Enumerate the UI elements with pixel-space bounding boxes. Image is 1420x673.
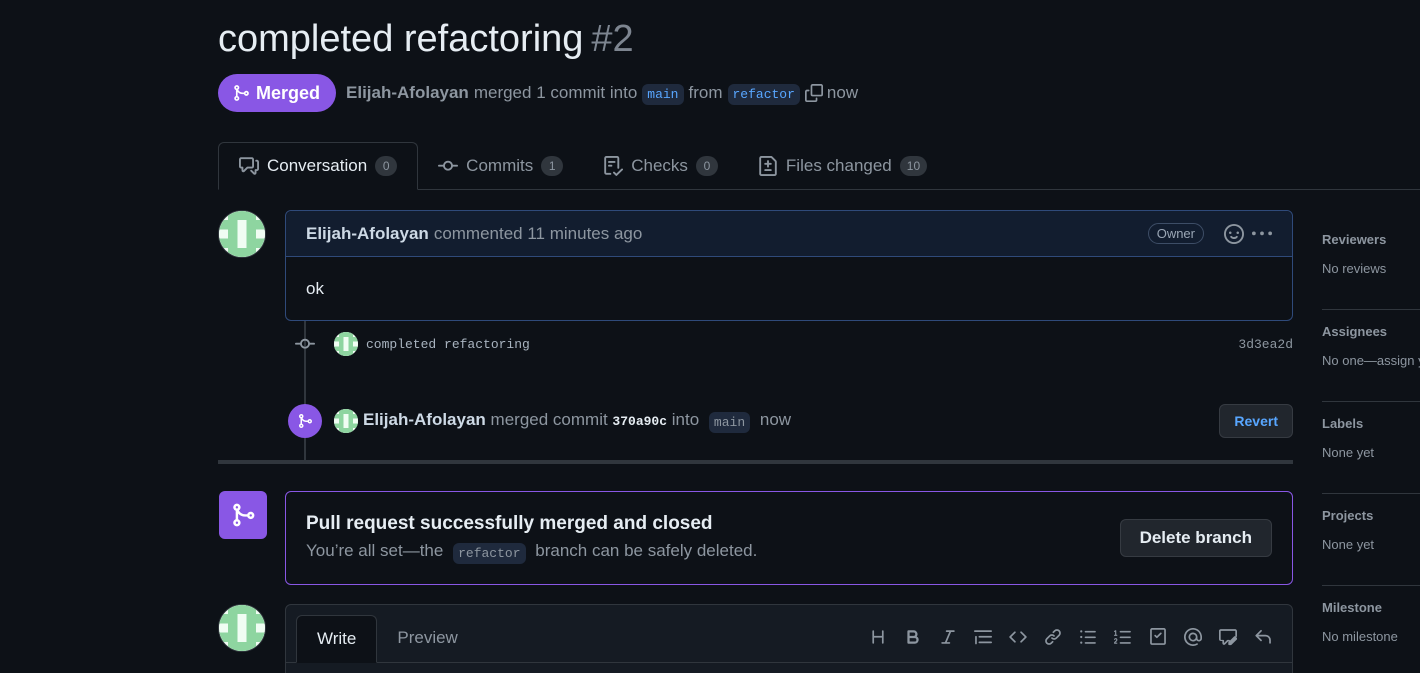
refactor-branch-link[interactable]: refactor (453, 543, 526, 564)
sidebar-labels-title[interactable]: Labels (1322, 416, 1420, 431)
sidebar-milestone-value: No milestone (1322, 629, 1398, 644)
comment-header: Elijah-Afolayan commented 11 minutes ago… (286, 211, 1292, 257)
merge-branch-link[interactable]: main (708, 412, 751, 433)
sidebar-assignees-value: No one—assign yourself (1322, 353, 1420, 368)
copy-icon[interactable] (804, 84, 823, 102)
file-diff-icon (758, 156, 778, 176)
from-text: from (688, 83, 723, 102)
ordered-list-icon[interactable] (1111, 625, 1134, 648)
sidebar-projects: Projects None yet (1322, 494, 1420, 586)
merged-state-badge: Merged (218, 74, 337, 112)
sidebar-assignees: Assignees No one—assign yourself (1322, 310, 1420, 402)
tab-checks-label: Checks (631, 156, 688, 175)
pr-time: now (826, 83, 859, 102)
pr-action-text: merged 1 commit into (473, 83, 638, 102)
reference-icon[interactable] (1216, 625, 1239, 648)
merge-into-text: into (671, 410, 700, 429)
tab-conversation[interactable]: Conversation 0 (218, 142, 419, 190)
comment-discussion-icon (239, 156, 259, 176)
merge-action-text: merged commit (490, 410, 608, 429)
tab-conversation-counter: 0 (375, 156, 398, 176)
git-merge-icon (288, 404, 322, 438)
revert-button[interactable]: Revert (1219, 404, 1293, 438)
comment-body: ok (306, 279, 324, 298)
pr-title-text: completed refactoring (218, 18, 584, 60)
pr-author-link[interactable]: Elijah-Afolayan (346, 83, 469, 103)
tab-files-changed[interactable]: Files changed 10 (738, 142, 947, 190)
merged-status-subtitle: You’re all set—the refactor branch can b… (306, 541, 1120, 564)
head-branch-link[interactable]: refactor (727, 83, 800, 105)
pr-tabs: Conversation 0 Commits 1 Checks 0 Files … (218, 142, 1420, 190)
tab-files-changed-label: Files changed (785, 156, 892, 175)
sidebar-assignees-title[interactable]: Assignees (1322, 324, 1420, 339)
timeline-break (218, 460, 1293, 464)
timeline-merge-event: Elijah-Afolayan merged commit 370a90c in… (288, 404, 1293, 438)
heading-icon[interactable] (866, 625, 889, 648)
tab-files-changed-counter: 10 (899, 156, 928, 176)
delete-branch-button[interactable]: Delete branch (1119, 519, 1272, 557)
merged-sub-before: You’re all set—the (306, 541, 444, 560)
commit-sha-link[interactable]: 3d3ea2d (1238, 337, 1293, 352)
reply-box: Write Preview (285, 604, 1293, 673)
state-label: Merged (256, 82, 321, 103)
pr-meta: Merged Elijah-Afolayan merged 1 commit i… (218, 74, 858, 112)
git-commit-icon (285, 334, 325, 354)
comment-timestamp[interactable]: commented 11 minutes ago (434, 224, 643, 244)
merge-sha-link[interactable]: 370a90c (612, 414, 667, 429)
tab-checks-counter: 0 (695, 156, 718, 176)
sidebar-labels: Labels None yet (1322, 402, 1420, 494)
tab-commits-counter: 1 (541, 156, 564, 176)
merged-status-title: Pull request successfully merged and clo… (306, 513, 713, 534)
tab-commits-label: Commits (466, 156, 534, 175)
quote-icon[interactable] (971, 625, 994, 648)
merge-author-link[interactable]: Elijah-Afolayan (363, 410, 486, 429)
sidebar-labels-value: None yet (1322, 445, 1375, 460)
undo-icon[interactable] (1251, 625, 1274, 648)
italic-icon[interactable] (936, 625, 959, 648)
link-icon[interactable] (1041, 625, 1064, 648)
git-merge-icon (219, 491, 267, 539)
tab-write[interactable]: Write (296, 615, 378, 663)
pr-number: #2 (591, 18, 634, 60)
avatar[interactable] (218, 210, 266, 258)
merge-time: now (759, 410, 792, 429)
sidebar-projects-title[interactable]: Projects (1322, 508, 1420, 523)
tab-preview[interactable]: Preview (377, 614, 477, 662)
pr-sidebar: Reviewers No reviews Assignees No one—as… (1322, 218, 1420, 673)
sidebar-milestone: Milestone No milestone (1322, 586, 1420, 673)
merge-event-text: Elijah-Afolayan merged commit 370a90c in… (363, 410, 792, 433)
comment-box: Elijah-Afolayan commented 11 minutes ago… (285, 210, 1293, 321)
task-list-icon[interactable] (1146, 625, 1169, 648)
tab-conversation-label: Conversation (267, 156, 368, 175)
merged-sub-after: branch can be safely deleted. (535, 541, 758, 560)
sidebar-projects-value: None yet (1322, 537, 1375, 552)
sidebar-milestone-title[interactable]: Milestone (1322, 600, 1420, 615)
owner-badge: Owner (1147, 223, 1204, 244)
comment-author-link[interactable]: Elijah-Afolayan (306, 224, 429, 244)
sidebar-reviewers: Reviewers No reviews (1322, 218, 1420, 310)
kebab-horizontal-icon[interactable] (1252, 224, 1272, 244)
avatar[interactable] (218, 604, 266, 652)
checklist-icon (603, 156, 624, 176)
tab-checks[interactable]: Checks 0 (583, 142, 738, 190)
avatar[interactable] (334, 409, 358, 433)
git-commit-icon (438, 156, 459, 176)
bold-icon[interactable] (901, 625, 924, 648)
git-merge-icon (232, 84, 250, 102)
commit-message-link[interactable]: completed refactoring (366, 337, 530, 352)
sidebar-reviewers-title[interactable]: Reviewers (1322, 232, 1420, 247)
tab-commits[interactable]: Commits 1 (418, 142, 583, 190)
sidebar-reviewers-value: No reviews (1322, 261, 1387, 276)
code-icon[interactable] (1006, 625, 1029, 648)
smiley-icon[interactable] (1224, 223, 1244, 244)
avatar[interactable] (334, 332, 358, 356)
pr-title: completed refactoring #2 (218, 18, 634, 61)
mention-icon[interactable] (1181, 625, 1204, 648)
timeline-commit: completed refactoring 3d3ea2d (285, 330, 1293, 358)
base-branch-link[interactable]: main (642, 83, 684, 105)
merged-status-box: Pull request successfully merged and clo… (285, 491, 1293, 585)
unordered-list-icon[interactable] (1076, 625, 1099, 648)
markdown-toolbar (866, 625, 1274, 648)
